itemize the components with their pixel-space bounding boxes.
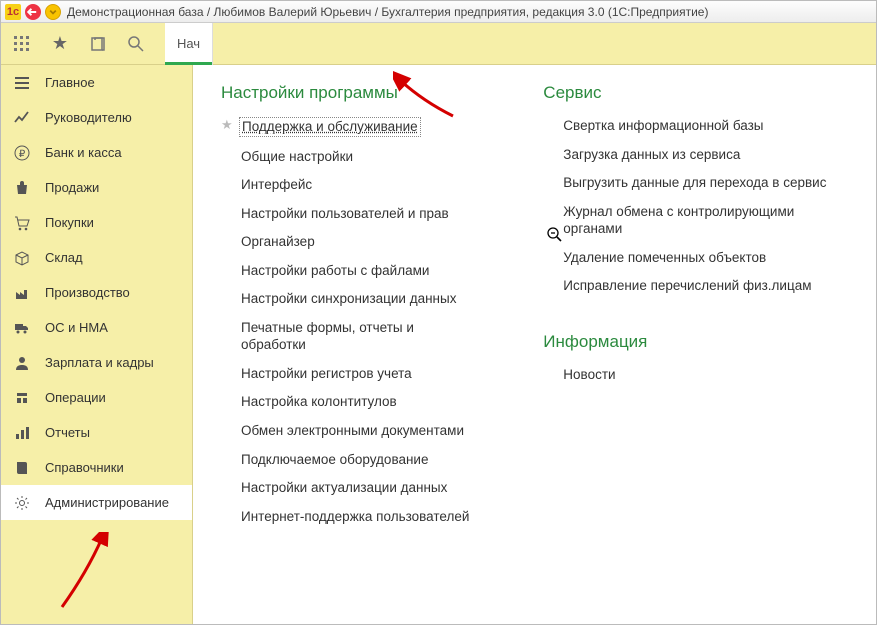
box-icon xyxy=(13,249,31,267)
gear-icon xyxy=(13,494,31,512)
sidebar-item-directories[interactable]: Справочники xyxy=(1,450,192,485)
search-icon[interactable] xyxy=(121,29,151,59)
bars-icon xyxy=(13,424,31,442)
link-general[interactable]: Общие настройки xyxy=(221,148,473,166)
link-files[interactable]: Настройки работы с файлами xyxy=(221,262,473,280)
sidebar-item-label: Зарплата и кадры xyxy=(45,355,154,370)
person-icon xyxy=(13,354,31,372)
window-title: Демонстрационная база / Любимов Валерий … xyxy=(67,5,708,19)
link-unload-data[interactable]: Выгрузить данные для перехода в сервис xyxy=(543,174,846,192)
chart-trend-icon xyxy=(13,109,31,127)
svg-text:₽: ₽ xyxy=(19,149,26,160)
sidebar-item-label: Покупки xyxy=(45,215,94,230)
table-icon xyxy=(13,389,31,407)
link-organizer[interactable]: Органайзер xyxy=(221,233,473,251)
link-internet-support[interactable]: Интернет-поддержка пользователей xyxy=(221,508,473,526)
section-title-settings: Настройки программы xyxy=(221,83,473,103)
sidebar-item-label: ОС и НМА xyxy=(45,320,108,335)
tab-start[interactable]: Нач xyxy=(165,23,213,65)
link-exchange-journal[interactable]: Журнал обмена с контролирующими органами xyxy=(543,203,846,238)
app-1c-icon: 1c xyxy=(5,4,21,20)
sidebar-item-main[interactable]: Главное xyxy=(1,65,192,100)
star-icon: ★ xyxy=(221,117,233,133)
link-registers[interactable]: Настройки регистров учета xyxy=(221,365,473,383)
link-db-rollup[interactable]: Свертка информационной базы xyxy=(543,117,846,135)
right-column: Сервис Свертка информационной базы Загру… xyxy=(543,83,846,624)
settings-column: Настройки программы ★ Поддержка и обслуж… xyxy=(221,83,473,624)
history-icon[interactable] xyxy=(83,29,113,59)
sidebar-item-label: Банк и касса xyxy=(45,145,122,160)
sidebar-item-label: Руководителю xyxy=(45,110,132,125)
nav-down-icon[interactable] xyxy=(45,4,61,20)
window-titlebar: 1c Демонстрационная база / Любимов Валер… xyxy=(1,1,876,23)
sidebar-item-label: Отчеты xyxy=(45,425,90,440)
sidebar-item-label: Продажи xyxy=(45,180,99,195)
truck-icon xyxy=(13,319,31,337)
sidebar-item-label: Производство xyxy=(45,285,130,300)
menu-lines-icon xyxy=(13,74,31,92)
link-support[interactable]: Поддержка и обслуживание xyxy=(239,117,421,137)
link-equipment[interactable]: Подключаемое оборудование xyxy=(221,451,473,469)
sidebar-item-manager[interactable]: Руководителю xyxy=(1,100,192,135)
sidebar-item-assets[interactable]: ОС и НМА xyxy=(1,310,192,345)
link-edoc[interactable]: Обмен электронными документами xyxy=(221,422,473,440)
link-delete-marked[interactable]: Удаление помеченных объектов xyxy=(543,249,846,267)
favorite-star-icon[interactable]: ★ xyxy=(45,29,75,59)
apps-grid-icon[interactable] xyxy=(7,29,37,59)
sidebar-item-label: Операции xyxy=(45,390,106,405)
sidebar-item-label: Справочники xyxy=(45,460,124,475)
link-sync[interactable]: Настройки синхронизации данных xyxy=(221,290,473,308)
sidebar-item-label: Администрирование xyxy=(45,495,169,510)
link-print-forms[interactable]: Печатные формы, отчеты и обработки xyxy=(221,319,473,354)
sidebar-item-bank[interactable]: ₽ Банк и касса xyxy=(1,135,192,170)
book-icon xyxy=(13,459,31,477)
cart-icon xyxy=(13,214,31,232)
sidebar-item-sales[interactable]: Продажи xyxy=(1,170,192,205)
content-area: Настройки программы ★ Поддержка и обслуж… xyxy=(193,65,876,624)
link-actualization[interactable]: Настройки актуализации данных xyxy=(221,479,473,497)
section-title-info: Информация xyxy=(543,332,846,352)
link-users-rights[interactable]: Настройки пользователей и прав xyxy=(221,205,473,223)
link-load-data[interactable]: Загрузка данных из сервиса xyxy=(543,146,846,164)
main-toolbar: ★ Нач xyxy=(1,23,876,65)
link-fix-transfers[interactable]: Исправление перечислений физ.лицам xyxy=(543,277,846,295)
nav-back-icon[interactable] xyxy=(25,4,41,20)
sidebar-item-warehouse[interactable]: Склад xyxy=(1,240,192,275)
sidebar-item-reports[interactable]: Отчеты xyxy=(1,415,192,450)
sidebar-item-purchases[interactable]: Покупки xyxy=(1,205,192,240)
sidebar-item-administration[interactable]: Администрирование xyxy=(1,485,192,520)
link-news[interactable]: Новости xyxy=(543,366,846,384)
sidebar-item-operations[interactable]: Операции xyxy=(1,380,192,415)
tab-label: Нач xyxy=(177,36,200,51)
sidebar-item-production[interactable]: Производство xyxy=(1,275,192,310)
bag-icon xyxy=(13,179,31,197)
section-title-service: Сервис xyxy=(543,83,846,103)
link-interface[interactable]: Интерфейс xyxy=(221,176,473,194)
sidebar: Главное Руководителю ₽ Банк и касса Прод… xyxy=(1,65,193,624)
link-headers[interactable]: Настройка колонтитулов xyxy=(221,393,473,411)
sidebar-item-label: Склад xyxy=(45,250,83,265)
ruble-icon: ₽ xyxy=(13,144,31,162)
factory-icon xyxy=(13,284,31,302)
sidebar-item-label: Главное xyxy=(45,75,95,90)
sidebar-item-payroll[interactable]: Зарплата и кадры xyxy=(1,345,192,380)
